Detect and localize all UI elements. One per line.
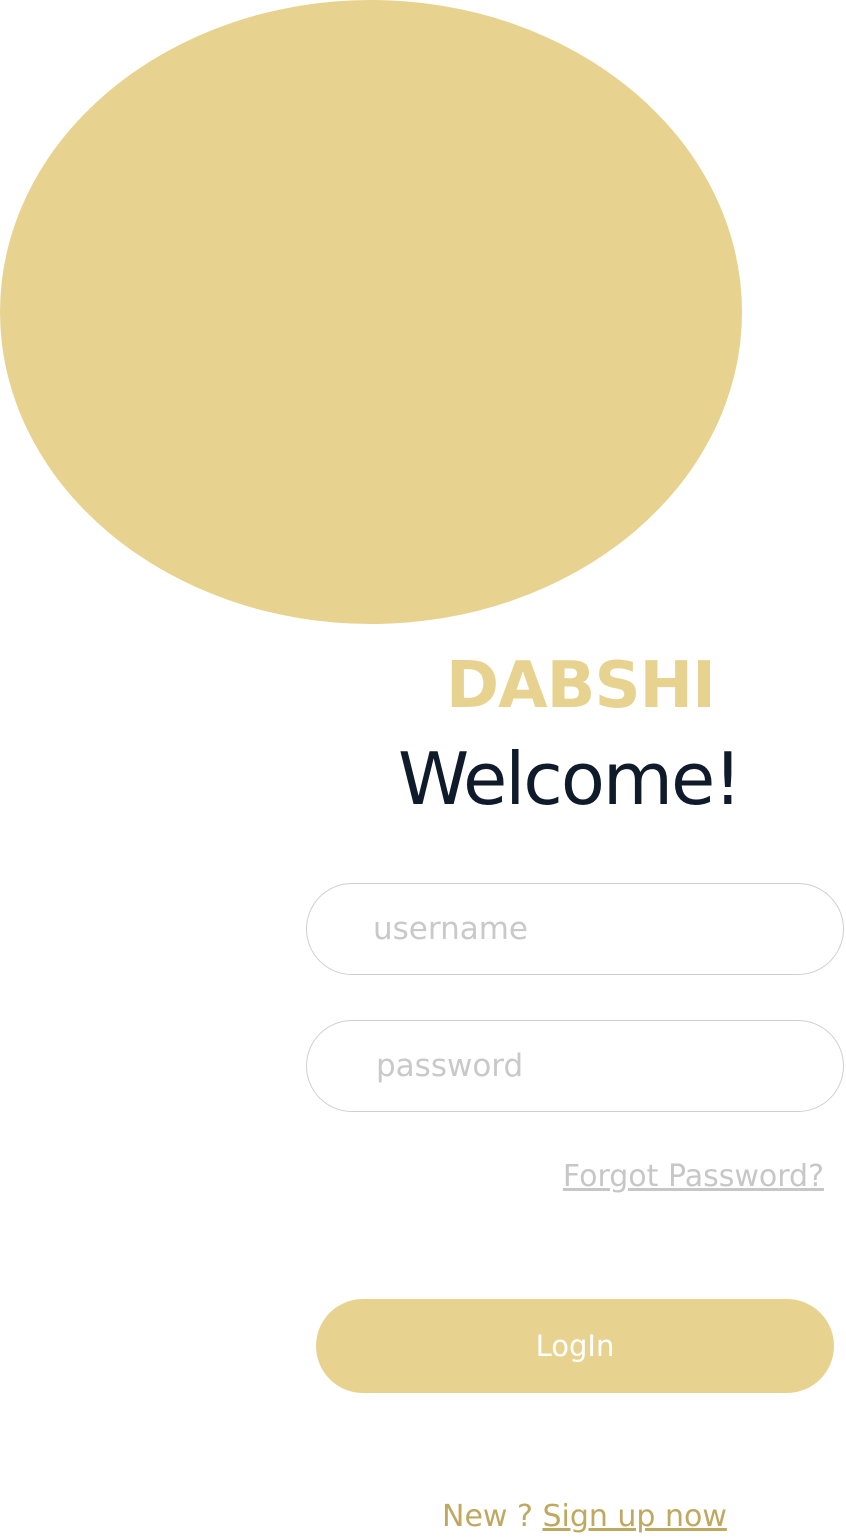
signup-prompt: New ? Sign up now (442, 1496, 727, 1538)
forgot-password-link[interactable]: Forgot Password? (563, 1155, 824, 1199)
signup-link[interactable]: Sign up now (542, 1499, 726, 1534)
signup-prompt-text: New ? (442, 1499, 543, 1534)
decorative-blob (0, 0, 742, 624)
page-title: Welcome! (398, 737, 742, 821)
login-button[interactable]: LogIn (316, 1299, 834, 1393)
password-input[interactable] (306, 1020, 844, 1112)
username-input[interactable] (306, 883, 844, 975)
brand-logo-text: DABSHI (446, 649, 716, 723)
